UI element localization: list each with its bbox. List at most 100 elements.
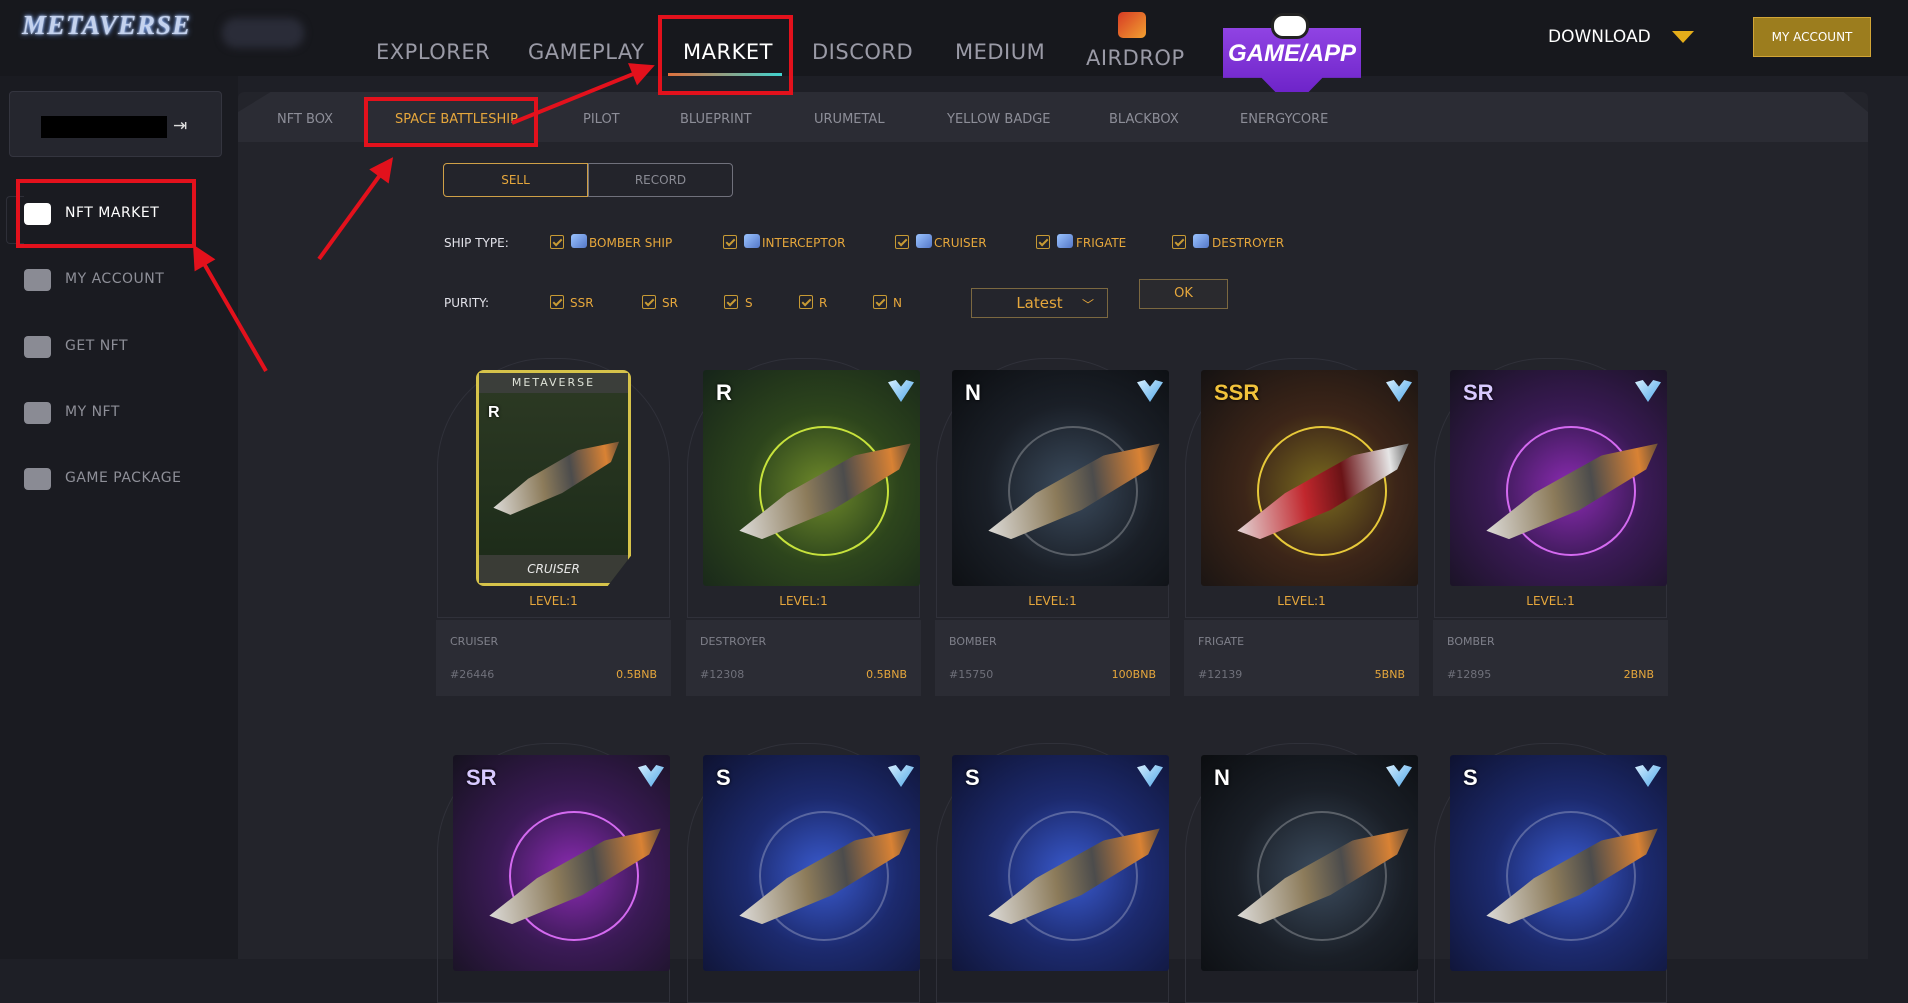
interceptor-checkbox[interactable] — [723, 235, 737, 249]
frame-title: METAVERSE — [479, 373, 628, 393]
rarity-label: N — [965, 380, 981, 405]
card-id: #12895 — [1447, 668, 1492, 681]
nav-explorer[interactable]: EXPLORER — [376, 40, 490, 64]
destroyer-icon — [1193, 234, 1209, 248]
chevron-down-icon[interactable] — [1672, 31, 1694, 43]
card-art — [952, 755, 1169, 971]
wallet-icon — [24, 336, 51, 358]
game-app-label: GAME/APP — [1227, 40, 1356, 67]
r-option[interactable]: R — [819, 296, 827, 310]
card-level: LEVEL:1 — [1028, 594, 1077, 608]
card-art — [1450, 755, 1667, 971]
card-price: 0.5BNB — [866, 668, 907, 681]
card-frame: METAVERSE CRUISER — [476, 370, 631, 586]
ship-type-label: SHIP TYPE: — [444, 236, 509, 250]
nav-airdrop[interactable]: AIRDROP — [1086, 46, 1185, 70]
chevron-down-icon: ﹀ — [1081, 298, 1094, 312]
rarity-label: SR — [466, 765, 497, 790]
ok-button[interactable]: OK — [1139, 279, 1228, 309]
sort-select-value: Latest — [1016, 294, 1063, 312]
rarity-label: N — [1214, 765, 1230, 790]
card-type: FRIGATE — [1198, 635, 1245, 648]
card-art — [952, 370, 1169, 586]
bomber-ship-checkbox[interactable] — [550, 235, 564, 249]
interceptor-option[interactable]: INTERCEPTOR — [762, 236, 845, 250]
card-id: #15750 — [949, 668, 994, 681]
sort-select[interactable]: Latest ﹀ — [971, 288, 1108, 318]
logout-icon[interactable]: ⇥ — [173, 116, 187, 136]
sidebar-item-label: MY ACCOUNT — [65, 271, 165, 287]
nav-gameplay[interactable]: GAMEPLAY — [528, 40, 644, 64]
ship-image — [483, 433, 631, 522]
card-price: 100BNB — [1111, 668, 1156, 681]
card-type: DESTROYER — [700, 635, 767, 648]
frame-label: CRUISER — [479, 555, 628, 583]
annotation-box-nft-market — [16, 179, 196, 248]
metaverse-logo[interactable]: METAVERSE — [22, 10, 191, 41]
card-info: BOMBER #12895 2BNB — [1433, 620, 1668, 696]
card-level: LEVEL:1 — [1526, 594, 1575, 608]
frigate-checkbox[interactable] — [1036, 235, 1050, 249]
nav-discord[interactable]: DISCORD — [812, 40, 913, 64]
card-level: LEVEL:1 — [529, 594, 578, 608]
sidebar-item-my-nft[interactable]: MY NFT — [0, 389, 238, 439]
card-level: LEVEL:1 — [779, 594, 828, 608]
record-toggle[interactable]: RECORD — [588, 163, 733, 197]
card-type: CRUISER — [450, 635, 499, 648]
sr-option[interactable]: SR — [662, 296, 678, 310]
n-checkbox[interactable] — [873, 295, 887, 309]
s-checkbox[interactable] — [724, 295, 738, 309]
blurred-logo-area — [222, 18, 304, 48]
ssr-option[interactable]: SSR — [570, 296, 594, 310]
tab-nft-box[interactable]: NFT BOX — [277, 112, 333, 127]
gamepad-icon — [1271, 13, 1309, 39]
frigate-option[interactable]: FRIGATE — [1076, 236, 1126, 250]
sidebar-item-label: GAME PACKAGE — [65, 470, 182, 486]
card-art — [703, 370, 920, 586]
destroyer-checkbox[interactable] — [1172, 235, 1186, 249]
tab-blackbox[interactable]: BLACKBOX — [1109, 112, 1179, 127]
cruiser-option[interactable]: CRUISER — [934, 236, 987, 250]
rarity-label: SR — [1463, 380, 1494, 405]
rarity-label: R — [488, 404, 500, 421]
nav-medium[interactable]: MEDIUM — [955, 40, 1045, 64]
card-art — [703, 755, 920, 971]
tab-energycore[interactable]: ENERGYCORE — [1240, 112, 1328, 127]
sidebar-item-game-package[interactable]: GAME PACKAGE — [0, 455, 238, 505]
card-price: 5BNB — [1374, 668, 1405, 681]
my-account-button[interactable]: MY ACCOUNT — [1753, 17, 1871, 57]
interceptor-icon — [744, 234, 760, 248]
redacted-wallet-address — [41, 116, 167, 138]
card-info: CRUISER #26446 0.5BNB — [436, 620, 671, 696]
card-info: BOMBER #15750 100BNB — [935, 620, 1170, 696]
n-option[interactable]: N — [893, 296, 902, 310]
user-wallet-box: ⇥ — [9, 91, 222, 157]
tab-urumetal[interactable]: URUMETAL — [814, 112, 885, 127]
s-option[interactable]: S — [745, 296, 753, 310]
image-icon — [24, 402, 51, 424]
tab-blueprint[interactable]: BLUEPRINT — [680, 112, 752, 127]
sidebar-item-get-nft[interactable]: GET NFT — [0, 323, 238, 373]
top-navigation-bar: METAVERSE EXPLORER GAMEPLAY MARKET DISCO… — [0, 0, 1908, 92]
sr-checkbox[interactable] — [642, 295, 656, 309]
card-id: #12139 — [1198, 668, 1243, 681]
card-price: 2BNB — [1623, 668, 1654, 681]
tab-pilot[interactable]: PILOT — [583, 112, 620, 127]
card-price: 0.5BNB — [616, 668, 657, 681]
frigate-icon — [1057, 234, 1073, 248]
rarity-label: S — [1463, 765, 1478, 790]
bomber-ship-option[interactable]: BOMBER SHIP — [589, 236, 672, 250]
destroyer-option[interactable]: DESTROYER — [1212, 236, 1284, 250]
sell-toggle[interactable]: SELL — [443, 163, 588, 197]
gamepad-icon — [24, 468, 51, 490]
rarity-label: SSR — [1214, 380, 1260, 405]
bomber-ship-icon — [571, 234, 587, 248]
sidebar-item-label: MY NFT — [65, 404, 120, 420]
tab-yellow-badge[interactable]: YELLOW BADGE — [947, 112, 1051, 127]
card-type: BOMBER — [949, 635, 997, 648]
purity-label: PURITY: — [444, 296, 490, 310]
cruiser-checkbox[interactable] — [895, 235, 909, 249]
r-checkbox[interactable] — [799, 295, 813, 309]
ssr-checkbox[interactable] — [550, 295, 564, 309]
download-menu[interactable]: DOWNLOAD — [1548, 27, 1651, 47]
